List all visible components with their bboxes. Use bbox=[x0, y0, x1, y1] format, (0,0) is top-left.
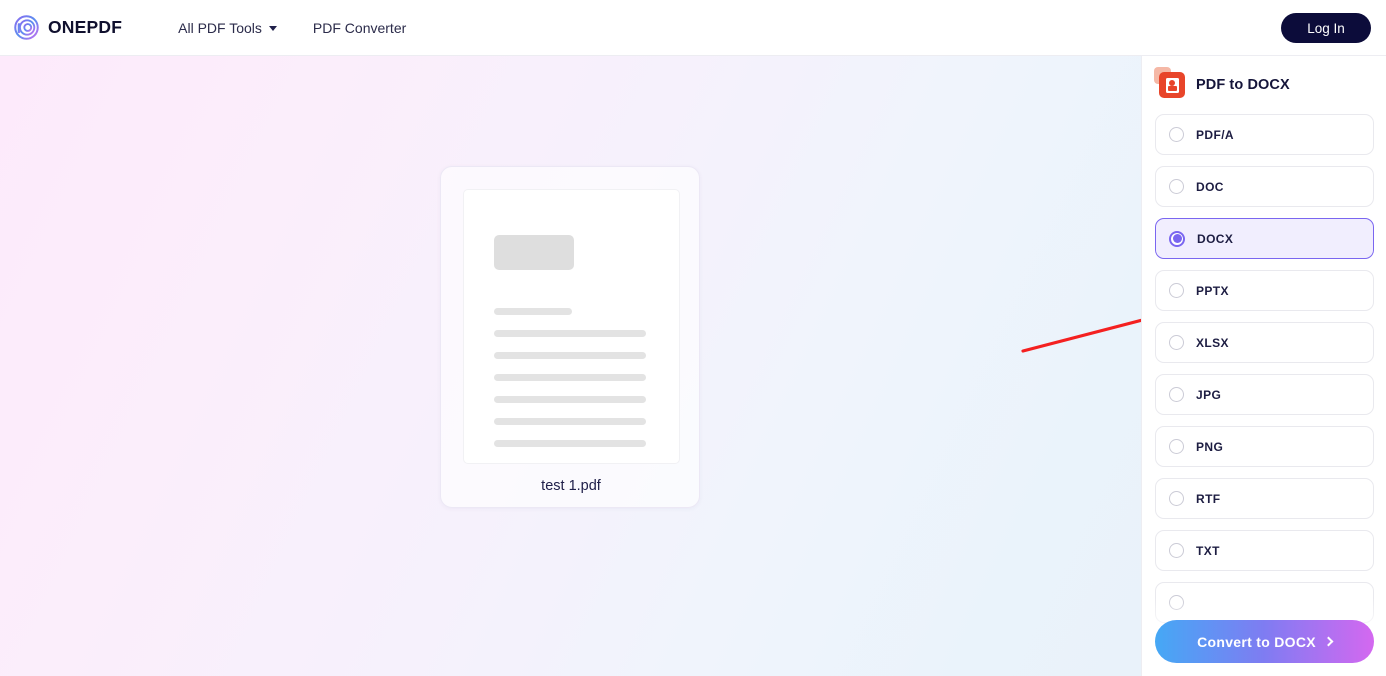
radio-icon[interactable] bbox=[1169, 179, 1184, 194]
thumb-title-block bbox=[494, 235, 574, 270]
thumb-line bbox=[494, 418, 646, 425]
thumb-line bbox=[494, 352, 646, 359]
nav-label-pdf-converter: PDF Converter bbox=[312, 19, 407, 36]
nav-item-pdf-converter[interactable]: PDF Converter bbox=[313, 20, 406, 36]
format-option-label: DOCX bbox=[1197, 231, 1234, 246]
thumb-line bbox=[494, 330, 646, 337]
app-root: ONEPDF All PDF Tools PDF Converter Log I… bbox=[0, 0, 1386, 676]
format-option-label: PNG bbox=[1196, 439, 1224, 454]
radio-icon[interactable] bbox=[1169, 387, 1184, 402]
document-thumbnail bbox=[463, 189, 680, 464]
thumb-line bbox=[494, 308, 572, 315]
chevron-down-icon bbox=[268, 26, 277, 31]
nav-label-all-pdf-tools: All PDF Tools bbox=[178, 19, 262, 36]
format-option-jpg[interactable]: JPG bbox=[1155, 374, 1374, 415]
format-option-png[interactable]: PNG bbox=[1155, 426, 1374, 467]
format-option-label: XLSX bbox=[1196, 335, 1229, 350]
file-preview-card[interactable]: test 1.pdf bbox=[440, 166, 700, 508]
nav-item-all-pdf-tools[interactable]: All PDF Tools bbox=[178, 20, 277, 36]
convert-button[interactable]: Convert to DOCX bbox=[1155, 620, 1374, 663]
file-name-label: test 1.pdf bbox=[541, 478, 601, 494]
format-option-xlsx[interactable]: XLSX bbox=[1155, 322, 1374, 363]
radio-icon[interactable] bbox=[1169, 127, 1184, 142]
format-option-txt[interactable]: TXT bbox=[1155, 530, 1374, 571]
conversion-panel: PDF to DOCX PDF/A DOC DOCX PPTX XLSX JPG… bbox=[1141, 56, 1386, 676]
format-option-label: PPTX bbox=[1196, 283, 1229, 298]
radio-icon[interactable] bbox=[1169, 491, 1184, 506]
format-option-doc[interactable]: DOC bbox=[1155, 166, 1374, 207]
thumb-line bbox=[494, 374, 646, 381]
format-option-partial[interactable] bbox=[1155, 582, 1374, 623]
radio-icon[interactable] bbox=[1169, 543, 1184, 558]
red-arrow-annotation bbox=[1021, 318, 1141, 353]
radio-icon-selected[interactable] bbox=[1169, 230, 1185, 247]
pdf-file-icon bbox=[1154, 67, 1185, 98]
thumb-line bbox=[494, 396, 646, 403]
format-option-label: DOC bbox=[1196, 179, 1224, 194]
radio-icon[interactable] bbox=[1169, 595, 1184, 610]
convert-button-label: Convert to DOCX bbox=[1197, 633, 1316, 650]
panel-title: PDF to DOCX bbox=[1196, 77, 1290, 93]
radio-icon[interactable] bbox=[1169, 283, 1184, 298]
format-option-label: JPG bbox=[1196, 387, 1222, 402]
chevron-right-icon bbox=[1323, 636, 1334, 647]
workspace-canvas: test 1.pdf bbox=[0, 56, 1141, 676]
brand-logo[interactable]: ONEPDF bbox=[14, 15, 122, 40]
spiral-logo-icon bbox=[14, 15, 39, 40]
format-option-label: TXT bbox=[1196, 543, 1220, 558]
main-nav: All PDF Tools PDF Converter bbox=[178, 20, 406, 36]
pdf-file-icon-main bbox=[1159, 72, 1185, 98]
format-option-docx[interactable]: DOCX bbox=[1155, 218, 1374, 259]
top-header: ONEPDF All PDF Tools PDF Converter Log I… bbox=[0, 0, 1386, 56]
login-button[interactable]: Log In bbox=[1281, 13, 1371, 43]
brand-name: ONEPDF bbox=[48, 17, 123, 37]
format-option-list[interactable]: PDF/A DOC DOCX PPTX XLSX JPG PNG RTF TXT bbox=[1142, 114, 1386, 676]
radio-icon[interactable] bbox=[1169, 335, 1184, 350]
pdf-file-icon-glyph bbox=[1165, 77, 1179, 93]
thumb-line bbox=[494, 440, 646, 447]
format-option-label: PDF/A bbox=[1196, 127, 1234, 142]
format-option-label: RTF bbox=[1196, 491, 1221, 506]
format-option-pdfa[interactable]: PDF/A bbox=[1155, 114, 1374, 155]
radio-icon[interactable] bbox=[1169, 439, 1184, 454]
format-option-rtf[interactable]: RTF bbox=[1155, 478, 1374, 519]
panel-header: PDF to DOCX bbox=[1142, 56, 1386, 114]
format-option-pptx[interactable]: PPTX bbox=[1155, 270, 1374, 311]
